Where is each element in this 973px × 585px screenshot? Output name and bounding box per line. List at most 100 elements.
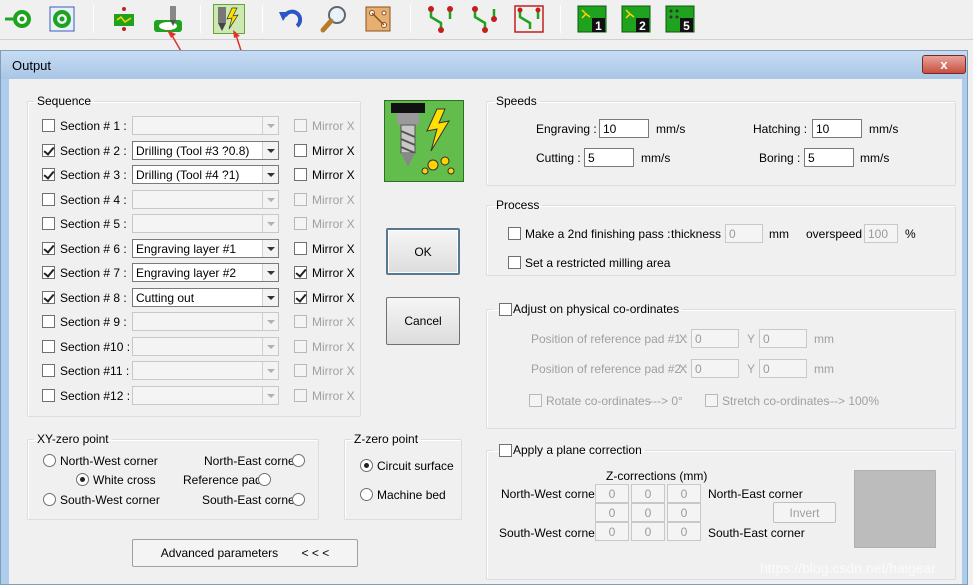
route-icon-3[interactable] [513,4,545,34]
undo-icon[interactable] [275,4,307,34]
section-4-mirror-checkbox[interactable] [294,192,307,206]
layer-5-icon[interactable]: 5 [664,4,696,34]
pad1-x-input[interactable] [691,329,739,348]
invert-button[interactable]: Invert [773,502,836,523]
plane-correction-checkbox[interactable] [499,444,512,457]
section-5-mirror-checkbox[interactable] [294,217,307,230]
section-9-select[interactable] [132,312,279,331]
z-correction-input-1[interactable] [595,484,629,503]
z-correction-input-7[interactable] [595,522,629,541]
section-9-mirror-label: Mirror X [312,315,355,329]
section-2-value: Drilling (Tool #3 ?0.8) [136,143,250,158]
rotate-label: Rotate co-ordinates [546,394,651,408]
section-6-checkbox[interactable] [42,241,55,255]
section-1-select[interactable] [132,116,279,135]
section-10-checkbox[interactable] [42,339,55,353]
section-8-mirror-checkbox[interactable] [294,290,307,304]
rotate-checkbox[interactable] [529,394,542,407]
z-machine-radio[interactable] [360,488,373,501]
chevron-down-icon [262,166,278,183]
boring-speed-input[interactable] [804,148,854,167]
xy-ne-label: North-East corner [204,454,299,468]
restricted-area-label: Set a restricted milling area [525,256,671,270]
pcb-icon[interactable] [108,4,140,34]
z-correction-input-9[interactable] [667,522,701,541]
z-correction-input-6[interactable] [667,503,701,522]
z-correction-input-4[interactable] [595,503,629,522]
layer-1-icon[interactable]: 1 [576,4,608,34]
z-correction-input-2[interactable] [631,484,665,503]
section-6-mirror-checkbox[interactable] [294,241,307,255]
route-icon-2[interactable] [468,4,500,34]
section-3-select[interactable]: Drilling (Tool #4 ?1) [132,165,279,184]
advanced-parameters-button[interactable]: Advanced parameters < < < [132,539,358,567]
section-9-mirror-checkbox[interactable] [294,315,307,328]
section-2-mirror-checkbox[interactable] [294,143,307,157]
close-button[interactable]: x [922,55,966,74]
z-correction-input-5[interactable] [631,503,665,522]
xy-sw-radio[interactable] [43,493,56,506]
section-7-mirror-checkbox[interactable] [294,266,307,279]
hatching-speed-input[interactable] [812,119,862,138]
section-11-select[interactable] [132,361,279,380]
plane-legend: Apply a plane correction [493,443,645,457]
xy-nw-radio[interactable] [43,454,56,467]
route-icon-1[interactable] [424,4,456,34]
section-2-select[interactable]: Drilling (Tool #3 ?0.8) [132,140,279,160]
section-12-mirror-checkbox[interactable] [294,388,307,402]
section-4-checkbox[interactable] [42,192,55,206]
overspeed-input[interactable] [864,224,898,243]
layer-2-icon[interactable]: 2 [620,4,652,34]
xy-ne-radio[interactable] [292,454,305,467]
section-4-select[interactable] [132,189,279,209]
stretch-checkbox[interactable] [705,394,718,407]
section-1-checkbox[interactable] [42,119,55,132]
section-6-select[interactable]: Engraving layer #1 [132,238,279,258]
chevron-down-icon [262,141,278,159]
z-correction-input-3[interactable] [667,484,701,503]
title-bar[interactable]: Output x [1,51,967,79]
z-correction-input-8[interactable] [631,522,665,541]
cancel-button[interactable]: Cancel [386,297,460,345]
physical-coords-checkbox[interactable] [499,303,512,316]
section-7-checkbox[interactable] [42,266,55,279]
section-7-select[interactable]: Engraving layer #2 [132,263,279,282]
section-9-checkbox[interactable] [42,315,55,328]
section-3-mirror-checkbox[interactable] [294,168,307,181]
target-icon[interactable] [4,4,36,34]
ok-button[interactable]: OK [386,228,460,275]
section-10-select[interactable] [132,336,279,356]
xy-ref-pad-radio[interactable] [258,473,271,486]
chevron-down-icon [262,215,278,232]
pad2-y-input[interactable] [759,359,807,378]
section-8-checkbox[interactable] [42,290,55,304]
drill-mill-illustration-icon [385,101,463,181]
pad1-y-input[interactable] [759,329,807,348]
section-2-checkbox[interactable] [42,143,55,157]
section-12-checkbox[interactable] [42,388,55,402]
section-12-select[interactable] [132,385,279,405]
xy-se-radio[interactable] [292,493,305,506]
chevron-down-icon [262,117,278,134]
zoom-icon[interactable] [318,4,350,34]
section-11-checkbox[interactable] [42,364,55,377]
xy-white-cross-radio[interactable] [76,473,89,486]
section-10-mirror-checkbox[interactable] [294,339,307,353]
pad-icon[interactable] [46,4,78,34]
section-3-checkbox[interactable] [42,168,55,181]
finishing-pass-checkbox[interactable] [508,227,521,240]
section-2-label: Section # 2 : [60,143,127,158]
section-5-checkbox[interactable] [42,217,55,230]
section-6-mirror-label: Mirror X [312,241,355,256]
section-5-select[interactable] [132,214,279,233]
pad2-x-input[interactable] [691,359,739,378]
board-icon[interactable] [362,4,394,34]
restricted-area-checkbox[interactable] [508,256,521,269]
cutting-speed-input[interactable] [584,148,634,167]
section-11-mirror-checkbox[interactable] [294,364,307,377]
thickness-input[interactable] [725,224,763,243]
section-8-select[interactable]: Cutting out [132,287,279,307]
engraving-speed-input[interactable] [599,119,649,138]
section-1-mirror-checkbox[interactable] [294,119,307,132]
z-circuit-radio[interactable] [360,459,373,472]
